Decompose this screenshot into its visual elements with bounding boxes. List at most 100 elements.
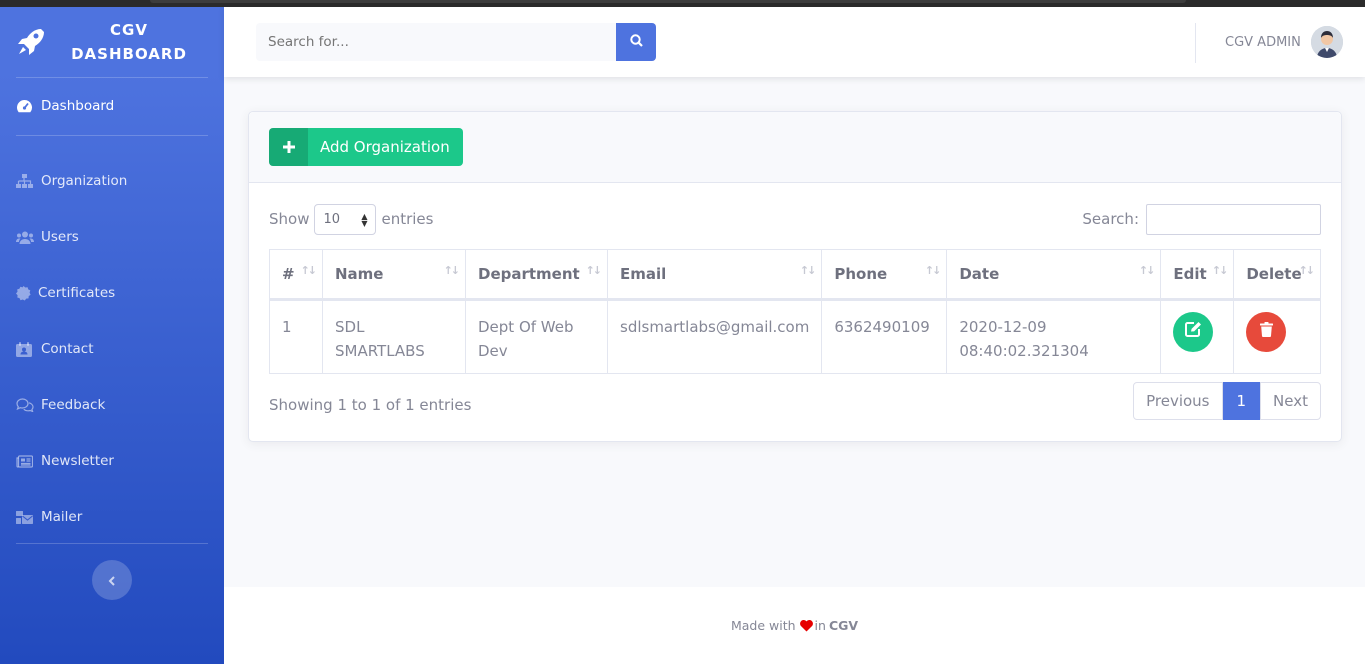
cell-date: 2020-12-09 08:40:02.321304 [946,299,1162,374]
sidebar-item-label: Users [41,229,79,245]
sidebar-item-newsletter[interactable]: Newsletter [0,433,224,489]
table-row: 1 SDL SMARTLABS Dept Of Web Dev sdlsmart… [269,299,1321,374]
sidebar-brand[interactable]: CGV DASHBOARD [0,7,224,77]
cell-number: 1 [269,299,323,374]
edit-button[interactable] [1173,312,1214,352]
table-search-input[interactable] [1146,203,1321,235]
plus-icon [269,128,308,166]
topbar-search [256,23,656,61]
organizations-table: # ↑↓ Name ↑↓ Department ↑↓ Email ↑↓ Phone ↑↓ … [269,249,1321,374]
comments-icon [16,398,38,412]
sidebar-item-organization[interactable]: Organization [0,153,224,209]
sidebar-item-certificates[interactable]: Certificates [0,265,224,321]
sidebar-item-label: Mailer [41,509,83,525]
column-header-label: Department [478,265,580,283]
heart-icon [799,619,813,632]
trash-icon [1259,320,1273,344]
page-1-button[interactable]: 1 [1222,382,1261,420]
sidebar-item-feedback[interactable]: Feedback [0,377,224,433]
mail-bulk-icon [16,510,38,525]
user-dropdown[interactable]: CGV ADMIN [1225,26,1343,58]
cell-phone: 6362490109 [821,299,948,374]
sidebar-item-dashboard[interactable]: Dashboard [0,78,224,134]
table-controls: Show 10 ▲ ▼ entries Search: [269,203,1321,235]
column-header-label: Delete [1246,265,1302,283]
sitemap-icon [16,174,38,188]
organizations-card: Add Organization Show 10 ▲ ▼ entries Sear… [248,111,1342,442]
column-header-phone[interactable]: Phone ↑↓ [821,249,948,301]
footer: Made with in CGV [224,587,1365,664]
topbar-divider [1195,23,1196,63]
cell-delete [1233,299,1321,374]
entries-select[interactable]: 10 ▲ ▼ [314,203,377,235]
browser-top-strip [0,0,1365,7]
previous-page-button[interactable]: Previous [1133,382,1223,420]
delete-button[interactable] [1246,312,1287,352]
cell-email: sdlsmartlabs@gmail.com [606,299,823,374]
cell-name: SDL SMARTLABS [322,299,466,374]
column-header-delete[interactable]: Delete ↑↓ [1233,249,1321,301]
sort-icon: ↑↓ [1138,264,1156,277]
sidebar-item-label: Dashboard [41,98,115,114]
search-input[interactable] [256,23,616,61]
user-name: CGV ADMIN [1225,34,1301,50]
sidebar-item-users[interactable]: Users [0,209,224,265]
footer-in: in [814,618,826,633]
sidebar-item-label: Newsletter [41,453,114,469]
sort-icon: ↑↓ [924,264,942,277]
search-icon [629,34,643,50]
add-organization-label: Add Organization [320,138,450,156]
cell-edit [1160,299,1235,374]
column-header-email[interactable]: Email ↑↓ [606,249,823,301]
users-icon [16,231,38,244]
chevron-left-icon [108,571,116,590]
column-header-label: # [282,265,295,283]
tachometer-icon [16,99,38,114]
sidebar-divider [16,543,208,544]
column-header-label: Email [620,265,667,283]
sidebar-divider [16,135,208,136]
cell-department: Dept Of Web Dev [465,299,608,374]
column-header-edit[interactable]: Edit ↑↓ [1160,249,1235,301]
sort-icon: ↑↓ [443,264,461,277]
sort-icon: ↑↓ [300,264,318,277]
next-page-button[interactable]: Next [1260,382,1321,420]
column-header-number[interactable]: # ↑↓ [269,249,323,301]
entries-label: entries [381,210,434,228]
add-organization-button[interactable]: Add Organization [269,128,463,166]
column-header-label: Date [959,265,1000,283]
edit-icon [1184,320,1202,344]
rocket-icon [14,25,48,59]
show-label: Show [269,210,310,228]
sidebar-item-label: Feedback [41,397,106,413]
sidebar-item-contact[interactable]: Contact [0,321,224,377]
column-header-date[interactable]: Date ↑↓ [946,249,1162,301]
brand-line-1: CGV [110,21,148,39]
avatar [1310,26,1343,58]
column-header-department[interactable]: Department ↑↓ [465,249,608,301]
brand-text: CGV DASHBOARD [48,18,224,66]
sidebar-item-mailer[interactable]: Mailer [0,489,224,545]
sidebar: CGV DASHBOARD Dashboard Organization Use… [0,7,224,664]
search-button[interactable] [616,23,656,61]
sort-arrows-icon: ▲ ▼ [361,211,368,228]
table-info: Showing 1 to 1 of 1 entries [269,396,472,414]
topbar: CGV ADMIN [224,7,1365,77]
sidebar-item-label: Certificates [38,285,116,301]
column-header-label: Name [335,265,384,283]
address-card-icon [16,341,38,357]
sort-icon: ↑↓ [1298,264,1316,277]
entries-length: Show 10 ▲ ▼ entries [269,203,433,235]
certificate-icon [16,285,35,301]
column-header-label: Edit [1173,265,1207,283]
sidebar-item-label: Contact [41,341,94,357]
sort-icon: ↑↓ [585,264,603,277]
table-search-label: Search: [1082,210,1139,228]
column-header-name[interactable]: Name ↑↓ [322,249,466,301]
sidebar-toggle-button[interactable] [92,560,132,600]
sort-icon: ↑↓ [799,264,817,277]
table-header-row: # ↑↓ Name ↑↓ Department ↑↓ Email ↑↓ Phone ↑↓ … [269,249,1321,301]
newspaper-icon [16,454,38,468]
card-header: Add Organization [249,112,1341,183]
sort-icon: ↑↓ [1211,264,1229,277]
